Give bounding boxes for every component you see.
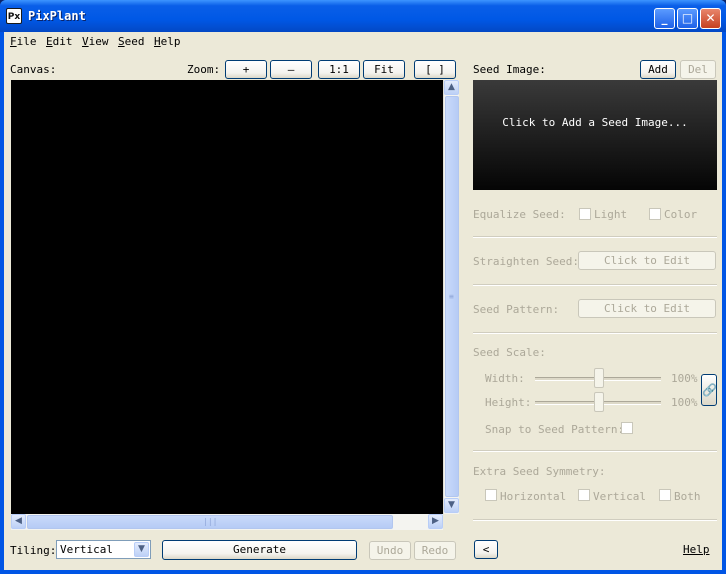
separator bbox=[473, 236, 717, 238]
horizontal-scroll-thumb[interactable]: ||| bbox=[27, 515, 393, 529]
scroll-left-button[interactable]: ◀ bbox=[11, 514, 26, 529]
tiling-label: Tiling: bbox=[10, 544, 57, 557]
client-area: File Edit View Seed Help Canvas: Zoom: +… bbox=[4, 32, 722, 570]
chain-link-icon: 🔗 bbox=[702, 383, 717, 397]
canvas-vertical-scrollbar[interactable]: ▲ ≡ ▼ bbox=[443, 80, 459, 514]
symmetry-both-checkbox[interactable] bbox=[659, 489, 671, 501]
tiling-select-value: Vertical bbox=[60, 543, 113, 556]
menu-file[interactable]: File bbox=[10, 35, 37, 48]
app-window: Px PixPlant _ □ ✕ File Edit View Seed He… bbox=[0, 0, 726, 574]
separator bbox=[473, 519, 717, 521]
extra-symmetry-label: Extra Seed Symmetry: bbox=[473, 465, 606, 478]
equalize-light-checkbox[interactable] bbox=[579, 208, 591, 220]
menu-view[interactable]: View bbox=[82, 35, 109, 48]
menu-bar: File Edit View Seed Help bbox=[4, 32, 722, 52]
zoom-out-button[interactable]: — bbox=[270, 60, 312, 79]
symmetry-horizontal-label: Horizontal bbox=[500, 490, 567, 503]
symmetry-both-label: Both bbox=[674, 490, 701, 503]
redo-button[interactable]: Redo bbox=[414, 541, 456, 560]
canvas-horizontal-scrollbar[interactable]: ◀ ||| ▶ bbox=[11, 514, 443, 530]
lock-aspect-button[interactable]: 🔗 bbox=[701, 374, 717, 406]
width-label: Width: bbox=[485, 372, 525, 385]
height-label: Height: bbox=[485, 396, 532, 409]
add-seed-button[interactable]: Add bbox=[640, 60, 676, 79]
title-bar[interactable]: Px PixPlant _ □ ✕ bbox=[0, 0, 726, 32]
seed-image-dropzone[interactable]: Click to Add a Seed Image... bbox=[473, 80, 717, 190]
straighten-edit-button[interactable]: Click to Edit bbox=[578, 251, 716, 270]
equalize-seed-label: Equalize Seed: bbox=[473, 208, 566, 221]
symmetry-horizontal-checkbox[interactable] bbox=[485, 489, 497, 501]
canvas-label: Canvas: bbox=[10, 63, 57, 76]
menu-seed[interactable]: Seed bbox=[118, 35, 145, 48]
straighten-seed-label: Straighten Seed: bbox=[473, 255, 579, 268]
snap-label: Snap to Seed Pattern: bbox=[485, 423, 625, 436]
scroll-right-button[interactable]: ▶ bbox=[428, 514, 443, 529]
separator bbox=[473, 332, 717, 334]
delete-seed-button[interactable]: Del bbox=[680, 60, 716, 79]
close-button[interactable]: ✕ bbox=[700, 8, 721, 29]
menu-help[interactable]: Help bbox=[154, 35, 181, 48]
grip-icon: ≡ bbox=[449, 292, 454, 301]
symmetry-vertical-label: Vertical bbox=[593, 490, 646, 503]
separator bbox=[473, 284, 717, 286]
equalize-color-label: Color bbox=[664, 208, 698, 221]
width-value: 100% bbox=[671, 372, 698, 385]
seed-pattern-edit-button[interactable]: Click to Edit bbox=[578, 299, 716, 318]
generate-button[interactable]: Generate bbox=[162, 540, 357, 560]
app-logo-icon: Px bbox=[6, 8, 22, 24]
seed-scale-label: Seed Scale: bbox=[473, 346, 546, 359]
equalize-color-checkbox[interactable] bbox=[649, 208, 661, 220]
undo-button[interactable]: Undo bbox=[369, 541, 411, 560]
help-link[interactable]: Help bbox=[683, 543, 710, 556]
maximize-button[interactable]: □ bbox=[677, 8, 698, 29]
zoom-frame-button[interactable]: [ ] bbox=[414, 60, 456, 79]
seed-pattern-label: Seed Pattern: bbox=[473, 303, 560, 316]
height-slider-thumb[interactable] bbox=[594, 392, 604, 412]
minimize-button[interactable]: _ bbox=[654, 8, 675, 29]
window-title: PixPlant bbox=[28, 9, 86, 23]
zoom-actual-size-button[interactable]: 1:1 bbox=[318, 60, 360, 79]
separator bbox=[473, 450, 717, 452]
seed-image-label: Seed Image: bbox=[473, 63, 546, 76]
zoom-fit-button[interactable]: Fit bbox=[363, 60, 405, 79]
menu-edit[interactable]: Edit bbox=[46, 35, 73, 48]
width-slider-thumb[interactable] bbox=[594, 368, 604, 388]
scroll-up-button[interactable]: ▲ bbox=[444, 80, 459, 95]
grip-icon: ||| bbox=[203, 517, 218, 526]
zoom-in-button[interactable]: + bbox=[225, 60, 267, 79]
vertical-scroll-thumb[interactable]: ≡ bbox=[445, 96, 459, 497]
chevron-down-icon[interactable]: ▼ bbox=[134, 542, 149, 557]
equalize-light-label: Light bbox=[594, 208, 628, 221]
collapse-panel-button[interactable]: < bbox=[474, 540, 498, 559]
symmetry-vertical-checkbox[interactable] bbox=[578, 489, 590, 501]
canvas-view[interactable] bbox=[11, 80, 443, 514]
zoom-label: Zoom: bbox=[187, 63, 221, 76]
tiling-select[interactable]: Vertical ▼ bbox=[56, 540, 151, 559]
height-value: 100% bbox=[671, 396, 698, 409]
snap-checkbox[interactable] bbox=[621, 422, 633, 434]
scroll-down-button[interactable]: ▼ bbox=[444, 498, 459, 513]
